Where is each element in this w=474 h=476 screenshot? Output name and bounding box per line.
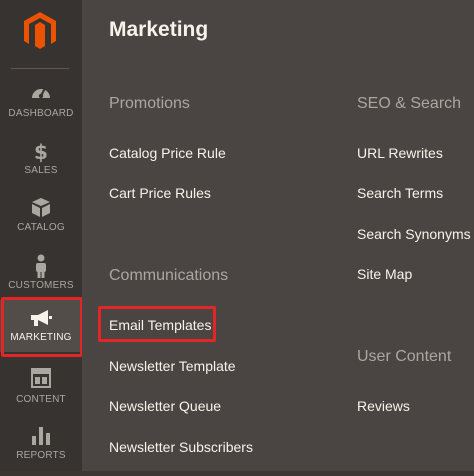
box-icon — [0, 196, 82, 220]
dollar-icon: $ — [0, 139, 82, 163]
sidebar-item-label: REPORTS — [16, 450, 66, 461]
sidebar-item-catalog[interactable]: CATALOG — [0, 192, 82, 248]
layout-icon — [0, 368, 82, 392]
logo-divider — [11, 68, 69, 69]
admin-sidebar: DASHBOARD $ SALES CATALOG CUSTOMERS MARK… — [0, 0, 83, 471]
group-title-user-content: User Content — [357, 348, 452, 365]
sidebar-item-reports[interactable]: REPORTS — [0, 420, 82, 476]
magento-logo[interactable] — [0, 0, 82, 68]
link-cart-price-rules[interactable]: Cart Price Rules — [109, 185, 211, 201]
magento-logo-icon — [24, 12, 56, 49]
link-newsletter-template[interactable]: Newsletter Template — [109, 358, 236, 374]
sidebar-item-label: SALES — [24, 165, 58, 176]
svg-text:$: $ — [34, 140, 48, 163]
sidebar-item-label: CONTENT — [16, 394, 66, 405]
group-title-communications: Communications — [109, 267, 229, 284]
link-catalog-price-rule[interactable]: Catalog Price Rule — [109, 145, 226, 161]
link-url-rewrites[interactable]: URL Rewrites — [357, 145, 443, 161]
link-email-templates[interactable]: Email Templates — [109, 317, 211, 333]
sidebar-item-label: CATALOG — [17, 222, 65, 233]
panel-title: Marketing — [109, 18, 209, 41]
link-reviews[interactable]: Reviews — [357, 398, 410, 414]
sidebar-item-content[interactable]: CONTENT — [0, 364, 82, 420]
sidebar-item-label: CUSTOMERS — [8, 280, 74, 291]
link-search-terms[interactable]: Search Terms — [357, 185, 443, 201]
dashboard-icon — [0, 82, 82, 106]
bar-chart-icon — [0, 424, 82, 448]
sidebar-item-label: DASHBOARD — [8, 108, 74, 119]
megaphone-icon — [0, 308, 82, 332]
sidebar-item-marketing[interactable]: MARKETING — [0, 297, 83, 357]
link-search-synonyms[interactable]: Search Synonyms — [357, 226, 471, 242]
link-newsletter-queue[interactable]: Newsletter Queue — [109, 398, 221, 414]
sidebar-item-label: MARKETING — [10, 332, 72, 343]
link-site-map[interactable]: Site Map — [357, 266, 412, 282]
person-icon — [0, 254, 82, 278]
link-newsletter-subscribers[interactable]: Newsletter Subscribers — [109, 439, 253, 455]
sidebar-item-sales[interactable]: $ SALES — [0, 135, 82, 191]
group-title-promotions: Promotions — [109, 95, 190, 112]
sidebar-item-dashboard[interactable]: DASHBOARD — [0, 78, 82, 134]
group-title-seo-search: SEO & Search — [357, 95, 462, 112]
